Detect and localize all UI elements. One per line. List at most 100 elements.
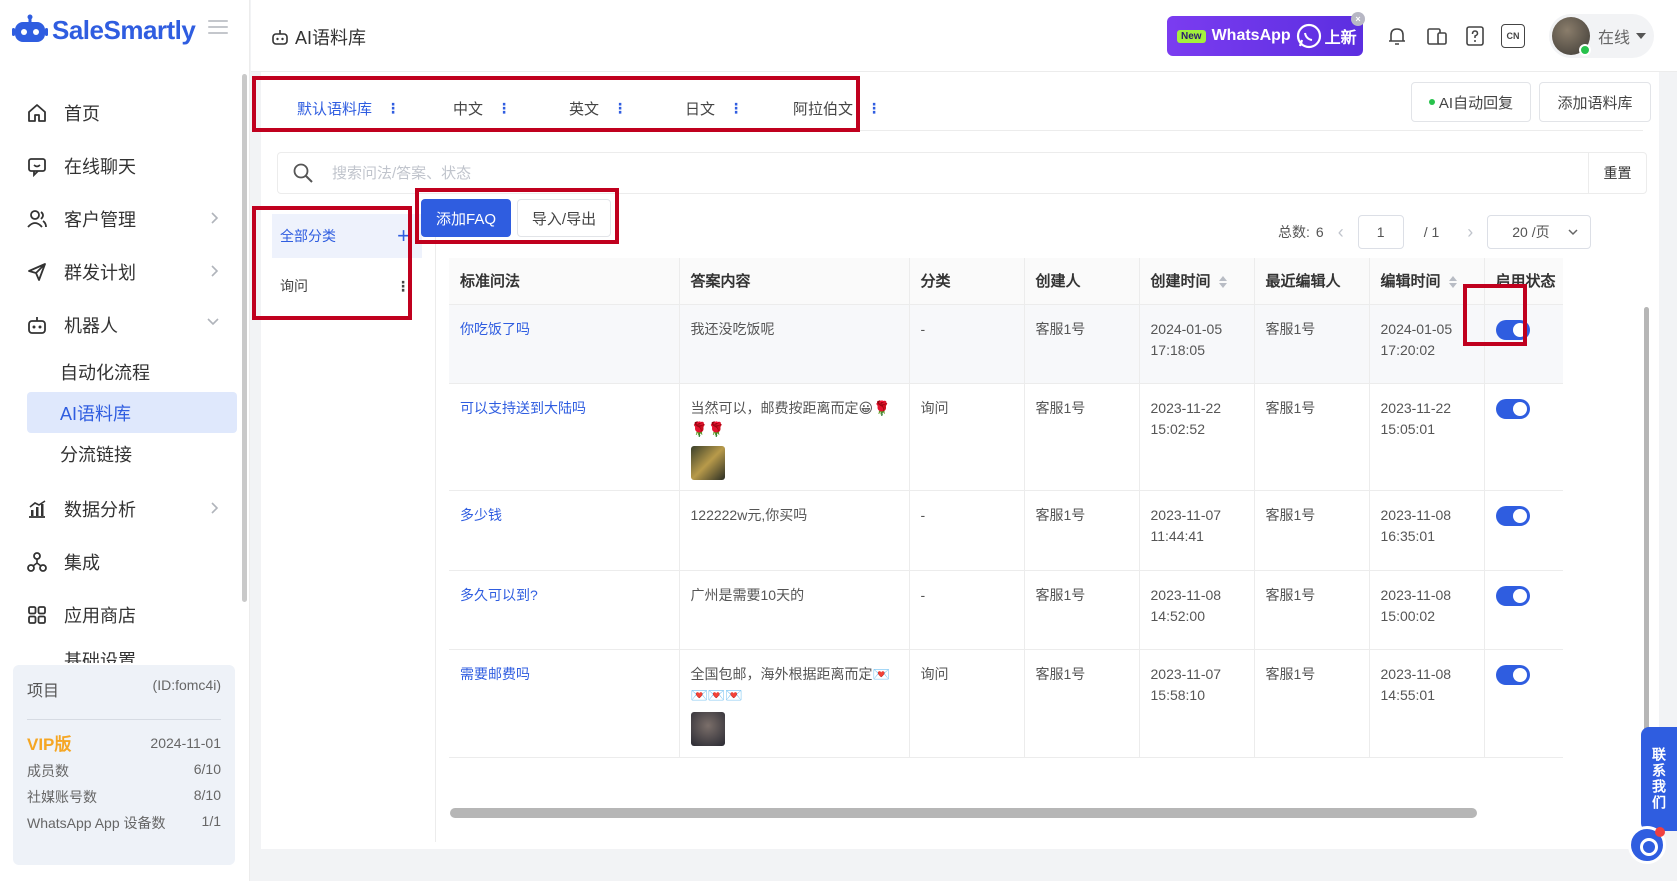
answer-image-thumbnail[interactable] bbox=[690, 711, 725, 746]
banner-suffix: 上新 bbox=[1324, 30, 1357, 47]
more-icon[interactable]: ⋮ bbox=[386, 100, 400, 117]
sidebar-item-settings[interactable]: 基础设置 bbox=[0, 641, 250, 663]
top-header: AI语料库 New WhatsApp 上新 × CN 在线 bbox=[251, 0, 1677, 72]
search-input[interactable] bbox=[332, 164, 1432, 182]
sidebar-item-label: 数据分析 bbox=[64, 499, 136, 520]
sidebar-item-robot[interactable]: 机器人 bbox=[0, 298, 250, 351]
sidebar-item-broadcast[interactable]: 群发计划 bbox=[0, 245, 250, 298]
question-cell[interactable]: 多久可以到? bbox=[449, 570, 680, 650]
sort-icon[interactable] bbox=[1218, 276, 1227, 289]
total-count: 6 bbox=[1315, 224, 1324, 240]
enable-toggle[interactable] bbox=[1495, 585, 1530, 606]
help-icon[interactable] bbox=[1463, 24, 1487, 48]
devices-icon[interactable] bbox=[1425, 24, 1449, 48]
sidebar-subitem-automation[interactable]: 自动化流程 bbox=[0, 351, 250, 392]
sidebar-subitem-routing-link[interactable]: 分流链接 bbox=[0, 433, 250, 474]
ai-auto-reply-button[interactable]: AI自动回复 bbox=[1411, 82, 1531, 122]
more-icon[interactable]: ⋮ bbox=[497, 100, 511, 117]
page-input[interactable]: 1 bbox=[1357, 215, 1404, 249]
page-size-select[interactable]: 20 /页 bbox=[1487, 215, 1592, 249]
sidebar-scrollbar[interactable] bbox=[242, 74, 247, 602]
sidebar-item-customers[interactable]: 客户管理 bbox=[0, 192, 250, 245]
status-cell bbox=[1484, 490, 1563, 571]
sidebar-subitem-ai-library[interactable]: AI语料库 bbox=[27, 392, 237, 433]
search-bar: 重置 bbox=[277, 152, 1647, 194]
add-library-button[interactable]: 添加语料库 bbox=[1539, 82, 1651, 122]
button-label: AI自动回复 bbox=[1438, 94, 1514, 112]
sidebar-item-label: 在线聊天 bbox=[64, 156, 136, 177]
column-header-sortable[interactable]: 编辑时间 bbox=[1369, 258, 1485, 305]
column-header-sortable[interactable]: 创建时间 bbox=[1139, 258, 1255, 305]
table-row[interactable]: 多少钱 122222w元,你买吗 - 客服1号 2023-11-07 11:44… bbox=[449, 490, 1563, 571]
more-icon[interactable]: ⋮ bbox=[396, 278, 410, 295]
sidebar-item-app-store[interactable]: 应用商店 bbox=[0, 588, 250, 641]
edited-time-cell: 2023-11-22 15:05:01 bbox=[1369, 383, 1485, 491]
sidebar-item-analytics[interactable]: 数据分析 bbox=[0, 482, 250, 535]
question-cell[interactable]: 你吃饭了吗 bbox=[449, 304, 680, 384]
tab-japanese[interactable]: 日文 ⋮ bbox=[649, 88, 765, 128]
contact-us-tab[interactable]: 联系我们 bbox=[1641, 727, 1677, 831]
category-label: 全部分类 bbox=[280, 228, 336, 244]
whatsapp-promo-banner[interactable]: New WhatsApp 上新 × bbox=[1167, 12, 1365, 56]
category-cell: 询问 bbox=[909, 383, 1025, 491]
total-label: 总数: bbox=[1278, 224, 1310, 240]
sidebar-item-home[interactable]: 首页 bbox=[0, 86, 250, 139]
answer-cell: 122222w元,你买吗 bbox=[679, 490, 910, 571]
table-row[interactable]: 需要邮费吗 全国包邮，海外根据距离而定💌💌💌💌 询问 客服1号 2023-11-… bbox=[449, 649, 1563, 758]
created-time-cell: 2023-11-07 11:44:41 bbox=[1139, 490, 1255, 571]
more-icon[interactable]: ⋮ bbox=[729, 100, 743, 117]
page-size-value: 20 /页 bbox=[1512, 224, 1550, 240]
enable-toggle[interactable] bbox=[1495, 398, 1530, 419]
support-chat-icon[interactable] bbox=[1628, 826, 1666, 864]
category-item[interactable]: 询问 ⋮ bbox=[272, 264, 422, 308]
add-faq-button[interactable]: 添加FAQ bbox=[421, 199, 511, 237]
bell-icon[interactable] bbox=[1385, 24, 1409, 48]
creator-cell: 客服1号 bbox=[1024, 304, 1140, 384]
menu-collapse-icon[interactable] bbox=[208, 20, 228, 38]
question-cell[interactable]: 可以支持送到大陆吗 bbox=[449, 383, 680, 491]
created-time-cell: 2023-11-07 15:58:10 bbox=[1139, 649, 1255, 758]
editor-cell: 客服1号 bbox=[1254, 490, 1370, 571]
page-title: AI语料库 bbox=[271, 24, 366, 50]
more-icon[interactable]: ⋮ bbox=[867, 100, 881, 117]
table-row[interactable]: 多久可以到? 广州是需要10天的 - 客服1号 2023-11-08 14:52… bbox=[449, 570, 1563, 650]
logo[interactable]: SaleSmartly bbox=[12, 12, 196, 48]
tab-default-library[interactable]: 默认语料库 ⋮ bbox=[277, 88, 417, 131]
enable-toggle[interactable] bbox=[1495, 505, 1530, 526]
table-row[interactable]: 可以支持送到大陆吗 当然可以，邮费按距离而定😀🌹🌹🌹 询问 客服1号 2023-… bbox=[449, 383, 1563, 491]
enable-toggle[interactable] bbox=[1495, 664, 1530, 685]
import-export-button[interactable]: 导入/导出 bbox=[517, 199, 611, 237]
sidebar: SaleSmartly 首页 在线聊天 客户管理 群发计划 机器人 自动化流程 … bbox=[0, 0, 250, 881]
next-page-icon[interactable]: › bbox=[1467, 222, 1473, 243]
notification-dot bbox=[1655, 827, 1665, 837]
sidebar-item-integration[interactable]: 集成 bbox=[0, 535, 250, 588]
tab-english[interactable]: 英文 ⋮ bbox=[533, 88, 649, 128]
table-header-row: 标准问法 答案内容 分类 创建人 创建时间 最近编辑人 编辑时间 启用状态 bbox=[449, 258, 1563, 305]
created-time-cell: 2023-11-08 14:52:00 bbox=[1139, 570, 1255, 650]
question-cell[interactable]: 需要邮费吗 bbox=[449, 649, 680, 758]
column-header: 启用状态 bbox=[1484, 258, 1563, 305]
table-row[interactable]: 你吃饭了吗 我还没吃饭呢 - 客服1号 2024-01-05 17:18:05 … bbox=[449, 304, 1563, 384]
column-header: 创建人 bbox=[1024, 258, 1140, 305]
user-status-menu[interactable]: 在线 bbox=[1549, 14, 1654, 58]
reset-button[interactable]: 重置 bbox=[1588, 153, 1646, 193]
language-icon[interactable]: CN bbox=[1501, 24, 1525, 48]
created-time-cell: 2024-01-05 17:18:05 bbox=[1139, 304, 1255, 384]
question-cell[interactable]: 多少钱 bbox=[449, 490, 680, 571]
edited-time-cell: 2024-01-05 17:20:02 bbox=[1369, 304, 1485, 384]
more-icon[interactable]: ⋮ bbox=[613, 100, 627, 117]
answer-image-thumbnail[interactable] bbox=[690, 445, 725, 480]
prev-page-icon[interactable]: ‹ bbox=[1338, 222, 1344, 243]
close-icon[interactable]: × bbox=[1351, 12, 1365, 26]
sidebar-item-label: 机器人 bbox=[64, 315, 118, 336]
category-all[interactable]: 全部分类 + bbox=[272, 214, 422, 258]
status-cell bbox=[1484, 304, 1563, 384]
table-horizontal-scrollbar[interactable] bbox=[450, 808, 1477, 818]
sort-icon[interactable] bbox=[1448, 276, 1457, 289]
sidebar-item-chat[interactable]: 在线聊天 bbox=[0, 139, 250, 192]
tab-chinese[interactable]: 中文 ⋮ bbox=[417, 88, 533, 128]
add-category-icon[interactable]: + bbox=[397, 223, 410, 249]
enable-toggle[interactable] bbox=[1495, 319, 1530, 340]
editor-cell: 客服1号 bbox=[1254, 383, 1370, 491]
tab-arabic[interactable]: 阿拉伯文 ⋮ bbox=[765, 88, 895, 128]
